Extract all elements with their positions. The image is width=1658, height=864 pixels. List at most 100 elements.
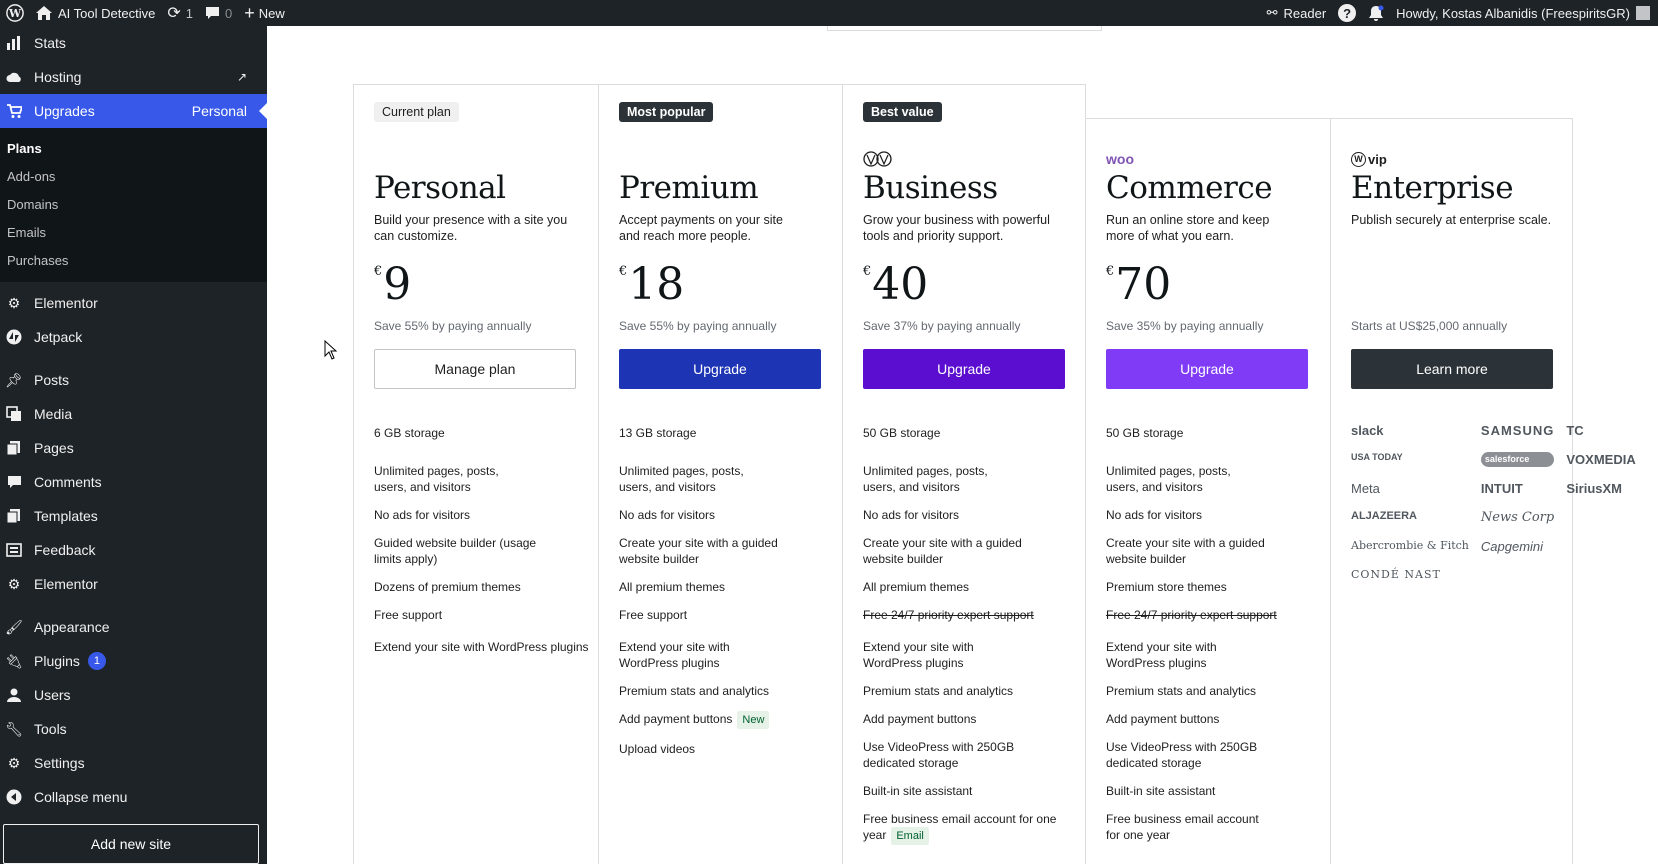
menu-pages[interactable]: Pages <box>0 431 267 465</box>
menu-plugins[interactable]: 🔌︎ Plugins 1 <box>0 644 267 678</box>
plan-price: €9 <box>374 263 411 307</box>
feature-item: Free business email account for one year <box>1106 812 1259 842</box>
admin-sidebar: Stats Hosting ↗ Upgrades Personal Plans … <box>0 26 267 864</box>
menu-label: Elementor <box>34 295 98 311</box>
updates-icon: ⟳ <box>167 5 181 22</box>
conde-nast-logo: CONDÉ NAST <box>1351 568 1441 581</box>
menu-label: Settings <box>34 755 85 771</box>
menu-appearance[interactable]: 🖌︎ Appearance <box>0 610 267 644</box>
wordpress-logo-icon: W <box>1351 151 1366 167</box>
new-content-link[interactable]: + New <box>238 0 291 26</box>
feature-list: 50 GB storage Unlimited pages, posts, us… <box>863 425 1078 857</box>
site-name-link[interactable]: AI Tool Detective <box>30 0 161 26</box>
menu-hosting[interactable]: Hosting ↗ <box>0 60 267 94</box>
menu-feedback[interactable]: Feedback <box>0 533 267 567</box>
feature-item: No ads for visitors <box>863 508 960 522</box>
upgrade-premium-button[interactable]: Upgrade <box>619 349 821 389</box>
annual-savings: Save 35% by paying annually <box>1106 319 1264 333</box>
feature-item: All premium themes <box>863 580 970 594</box>
annual-savings: Save 37% by paying annually <box>863 319 1021 333</box>
plan-description: Run an online store and keep more of wha… <box>1106 213 1270 243</box>
feature-item: Extend your site with WordPress plugins <box>374 640 589 654</box>
updates-link[interactable]: ⟳ 1 <box>161 0 199 26</box>
plan-card-premium: Most popular Premium Accept payments on … <box>599 85 842 864</box>
collapse-icon <box>6 789 22 805</box>
menu-stats[interactable]: Stats <box>0 26 267 60</box>
wordpress-logo-icon[interactable]: W <box>0 0 30 26</box>
pin-icon: 📌︎ <box>5 371 23 388</box>
salesforce-logo: salesforce <box>1480 452 1555 467</box>
plan-name: Premium <box>619 170 759 206</box>
feature-item: Use VideoPress with 250GB dedicated stor… <box>1106 740 1258 770</box>
price-value: 70 <box>1115 259 1172 310</box>
menu-label: Comments <box>34 474 102 490</box>
gear-icon: ⚙ <box>7 294 21 311</box>
cart-icon <box>6 103 22 119</box>
feature-item: 6 GB storage <box>374 426 445 440</box>
submenu-plans[interactable]: Plans <box>0 135 267 163</box>
notifications-bell-icon[interactable] <box>1362 0 1390 26</box>
reader-icon: ⚯ <box>1266 5 1278 20</box>
menu-jetpack[interactable]: Jetpack <box>0 320 267 354</box>
add-new-site-button[interactable]: Add new site <box>3 824 259 864</box>
reader-label: Reader <box>1283 5 1327 21</box>
menu-label: Appearance <box>34 619 110 635</box>
updates-count: 1 <box>185 5 193 21</box>
greeting-text: Howdy, Kostas Albanidis (FreespiritsGR) <box>1396 5 1630 21</box>
plan-price: €70 <box>1106 263 1171 307</box>
menu-label: Hosting <box>34 69 82 85</box>
menu-label: Templates <box>34 508 98 524</box>
annual-savings: Save 55% by paying annually <box>374 319 532 333</box>
submenu-domains[interactable]: Domains <box>0 191 267 219</box>
feedback-icon <box>6 542 22 558</box>
plan-card-personal: Current plan Personal Build your presenc… <box>354 85 598 864</box>
avatar <box>1636 6 1650 20</box>
feature-item: Guided website builder (usage limits app… <box>374 536 537 566</box>
feature-item: Use VideoPress with 250GB dedicated stor… <box>863 740 1015 770</box>
admin-bar: W AI Tool Detective ⟳ 1 0 + New ⚯ Reader… <box>0 0 1658 26</box>
learn-more-button[interactable]: Learn more <box>1351 349 1553 389</box>
slack-logo: slack <box>1351 423 1384 438</box>
new-label: New <box>258 5 285 21</box>
upgrade-commerce-button[interactable]: Upgrade <box>1106 349 1308 389</box>
feature-item: 50 GB storage <box>863 426 941 440</box>
menu-media[interactable]: Media <box>0 397 267 431</box>
menu-upgrades[interactable]: Upgrades Personal <box>0 94 267 128</box>
reader-link[interactable]: ⚯ Reader <box>1261 0 1333 26</box>
menu-label: Plugins <box>34 653 80 669</box>
wrench-icon: 🔧︎ <box>5 720 23 737</box>
menu-templates[interactable]: Templates <box>0 499 267 533</box>
submenu-add-ons[interactable]: Add-ons <box>0 163 267 191</box>
menu-users[interactable]: Users <box>0 678 267 712</box>
plan-name: Business <box>863 170 998 206</box>
menu-elementor[interactable]: ⚙ Elementor <box>0 286 267 320</box>
upgrade-business-button[interactable]: Upgrade <box>863 349 1065 389</box>
menu-elementor-2[interactable]: ⚙ Elementor <box>0 567 267 601</box>
account-greeting[interactable]: Howdy, Kostas Albanidis (FreespiritsGR) <box>1390 0 1658 26</box>
menu-comments[interactable]: Comments <box>0 465 267 499</box>
menu-label: Posts <box>34 372 70 388</box>
submenu-purchases[interactable]: Purchases <box>0 247 267 275</box>
feature-item: 50 GB storage <box>1106 426 1184 440</box>
site-name: AI Tool Detective <box>58 5 156 21</box>
manage-plan-button[interactable]: Manage plan <box>374 349 576 389</box>
empty-slot <box>1566 539 1635 554</box>
plan-name: Commerce <box>1106 170 1273 206</box>
menu-label: Jetpack <box>34 329 83 345</box>
menu-posts[interactable]: 📌︎ Posts <box>0 363 267 397</box>
collapse-menu[interactable]: Collapse menu <box>0 780 267 814</box>
media-icon <box>6 406 22 422</box>
comments-link[interactable]: 0 <box>199 0 238 26</box>
menu-settings[interactable]: ⚙ Settings <box>0 746 267 780</box>
help-icon[interactable]: ? <box>1332 0 1362 26</box>
feature-item: Create your site with a guided website b… <box>863 536 1022 566</box>
cloud-icon <box>6 69 22 85</box>
top-element-edge <box>827 26 1102 31</box>
feature-item: Extend your site with WordPress plugins <box>619 640 730 670</box>
feature-item: Create your site with a guided website b… <box>1106 536 1265 566</box>
menu-tools[interactable]: 🔧︎ Tools <box>0 712 267 746</box>
abercrombie-logo: Abercrombie & Fitch <box>1351 539 1469 552</box>
feature-list: 13 GB storage Unlimited pages, posts, us… <box>619 425 834 769</box>
submenu-emails[interactable]: Emails <box>0 219 267 247</box>
settings-icon: ⚙ <box>7 754 21 771</box>
